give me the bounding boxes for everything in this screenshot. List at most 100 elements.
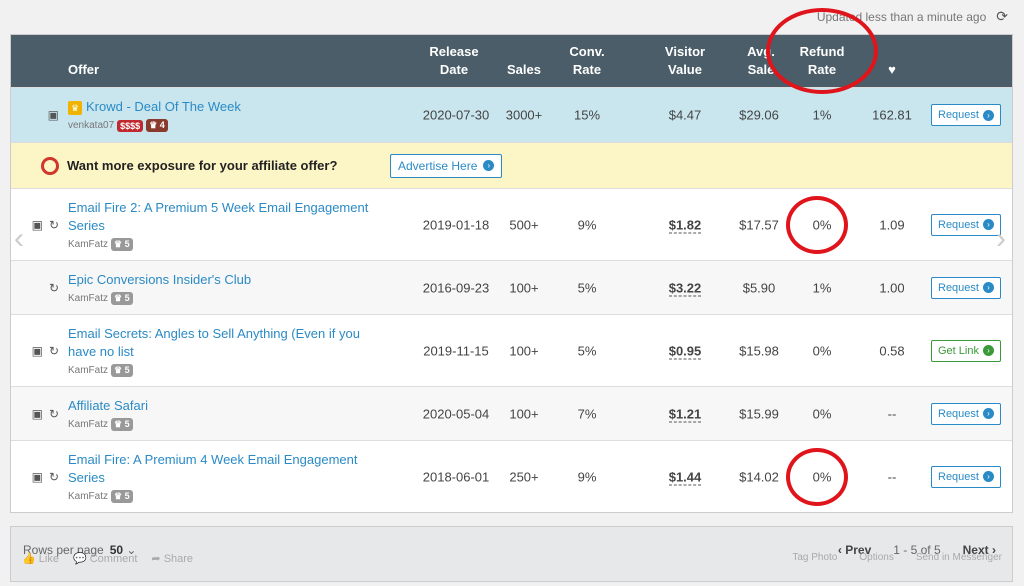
offer-title[interactable]: Epic Conversions Insider's Club [68,271,398,289]
arrow-right-icon: › [983,282,994,293]
header-visitor-value[interactable]: Visitor Value [653,43,717,79]
carousel-next-icon[interactable]: › [996,222,1006,256]
featured-row: ▣ ♛ Krowd - Deal Of The Week venkata07 $$$… [11,87,1012,142]
comment-button[interactable]: 💬 Comment [73,552,137,565]
promo-message: Want more exposure for your affiliate of… [41,156,337,175]
table-row: ▣ ↻ Email Fire: A Premium 4 Week Email En… [11,440,1012,512]
sales: 100+ [509,343,539,358]
header-sales[interactable]: Sales [499,61,549,79]
vendor-name[interactable]: venkata07 [68,120,114,131]
sun-icon [41,156,59,175]
header-release[interactable]: Release Date [419,43,489,79]
vendor-name[interactable]: KamFatz [68,239,108,250]
recurring-icon: ↻ [48,406,59,421]
refresh-icon[interactable]: ⟳ [996,8,1008,25]
updated-text: Updated less than a minute ago [816,9,987,24]
offer-cell: Email Fire: A Premium 4 Week Email Engag… [68,451,398,503]
offer-title[interactable]: Email Fire 2: A Premium 5 Week Email Eng… [68,199,398,235]
advertise-here-button[interactable]: Advertise Here › [390,153,503,178]
score: -- [887,469,897,484]
gift-icon[interactable]: ▣ [48,108,59,122]
sales: 100+ [509,280,539,295]
request-button[interactable]: Request › [931,104,1001,126]
update-status: Updated less than a minute ago ⟳ [817,8,1008,25]
visitor-value: $1.44 [668,469,702,485]
offer-title[interactable]: Email Fire: A Premium 4 Week Email Engag… [68,451,398,487]
offer-title[interactable]: Affiliate Safari [68,397,398,415]
header-offer[interactable]: Offer [68,61,99,79]
vendor-name[interactable]: KamFatz [68,491,108,502]
avg-sale: $5.90 [742,280,776,295]
release-date: 2019-01-18 [422,217,490,232]
offer-title[interactable]: ♛ Krowd - Deal Of The Week [68,98,398,116]
share-button[interactable]: ➦ Share [151,552,193,565]
conv-rate: 9% [577,469,597,484]
offer-meta: KamFatz ♛ 5 [68,363,398,377]
request-button[interactable]: Request › [931,465,1001,488]
refund-rate: 1% [812,107,832,123]
offer-cell: ♛ Krowd - Deal Of The Week venkata07 $$$$ ♛… [68,98,398,132]
table-row: ▣ ↻ Email Fire 2: A Premium 5 Week Email … [11,188,1012,260]
avg-sale: $15.99 [739,406,779,421]
release-date: 2018-06-01 [422,469,490,484]
tag-photo-link[interactable]: Tag Photo [792,552,837,563]
header-avg-sale[interactable]: Avg. Sale [731,43,791,79]
sales: 100+ [509,406,539,421]
sales: 500+ [509,217,539,232]
visitor-value: $1.21 [668,406,702,422]
sales: 250+ [509,469,539,484]
refund-rate: 0% [812,217,832,232]
photo-actions: Tag Photo Options Send in Messenger [792,552,1002,563]
score: -- [887,406,897,421]
carousel-prev-icon[interactable]: ‹ [14,222,24,256]
social-bar: 👍 Like 💬 Comment ➦ Share [22,552,193,565]
release-date: 2020-05-04 [422,406,490,421]
conv-rate: 5% [577,280,597,295]
offers-table: Offer Release Date Sales Conv. Rate Visito… [10,34,1013,513]
gift-icon[interactable]: ▣ [32,470,43,484]
request-button[interactable]: Request › [931,213,1001,236]
visitor-value: $3.22 [668,280,702,296]
arrow-right-icon: › [483,160,495,171]
trophy-badge: ♛ 5 [111,489,133,503]
trophy-badge: ♛ 5 [111,237,133,251]
options-link[interactable]: Options [859,552,893,563]
vendor-name[interactable]: KamFatz [68,365,108,376]
header-refund-rate[interactable]: Refund Rate [791,43,853,79]
get-link-button[interactable]: Get Link › [931,339,1001,362]
offer-title[interactable]: Email Secrets: Angles to Sell Anything (… [68,325,398,361]
release-date: 2016-09-23 [422,280,490,295]
gift-icon[interactable]: ▣ [32,344,43,358]
visitor-value: $0.95 [668,343,702,359]
header-heart-icon[interactable]: ♥ [877,61,907,79]
refund-rate: 0% [812,469,832,484]
row-icons: ▣ ↻ [23,218,59,232]
table-header: Offer Release Date Sales Conv. Rate Visito… [11,35,1012,87]
visitor-value: $1.82 [668,217,702,233]
send-messenger-link[interactable]: Send in Messenger [916,552,1002,563]
like-button[interactable]: 👍 Like [22,552,59,565]
header-conv-rate[interactable]: Conv. Rate [559,43,615,79]
promo-row: Want more exposure for your affiliate of… [11,142,1012,188]
row-icons: ▣ [23,108,59,122]
sales: 3000+ [505,107,543,123]
row-icons: ▣ ↻ [23,344,59,358]
gift-icon[interactable]: ▣ [32,218,43,232]
offer-cell: Email Secrets: Angles to Sell Anything (… [68,325,398,377]
trophy-badge: ♛ 5 [111,363,133,377]
gift-icon[interactable]: ▣ [32,407,43,421]
offer-meta: KamFatz ♛ 5 [68,237,398,251]
release-date: 2019-11-15 [423,343,489,358]
recurring-icon: ↻ [48,343,59,358]
arrow-right-icon: › [983,408,994,419]
row-icons: ↻ [23,281,59,295]
offer-meta: KamFatz ♛ 5 [68,489,398,503]
trophy-badge: ♛ 5 [111,417,133,431]
avg-sale: $14.02 [739,469,779,484]
request-button[interactable]: Request › [931,402,1001,425]
vendor-name[interactable]: KamFatz [68,419,108,430]
request-button[interactable]: Request › [931,276,1001,299]
vendor-name[interactable]: KamFatz [68,293,108,304]
conv-rate: 7% [577,406,597,421]
avg-sale: $17.57 [739,217,779,232]
